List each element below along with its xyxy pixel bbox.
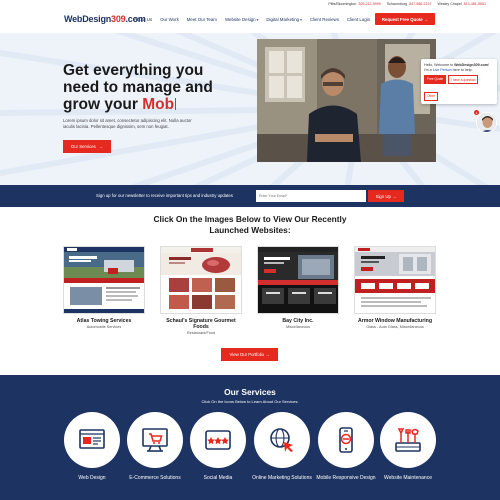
newsletter-bar: Sign up for our newsletter to receive im… (0, 185, 500, 207)
online-marketing-icon (270, 428, 293, 452)
portfolio-name: Schaul's Signature Gourmet Foods (166, 318, 236, 331)
chat-other-button[interactable]: Other (424, 91, 438, 101)
chat-agent-avatar[interactable] (476, 112, 497, 133)
service-web-design[interactable]: Web Design (62, 412, 122, 481)
arrow-right-icon: → (423, 16, 429, 22)
typing-cursor (175, 98, 177, 110)
our-services-button[interactable]: Our Services → (63, 140, 111, 153)
arrow-right-icon: → (98, 144, 104, 149)
chat-free-quote-button[interactable]: Free Quote (424, 75, 447, 85)
service-ecommerce[interactable]: E-Commerce Solutions (125, 412, 185, 481)
service-label: Social Media (203, 475, 233, 481)
maintenance-icon (395, 428, 421, 452)
phone-list: Pitts/Bloomington 309-212-9999 Schaumburg… (328, 2, 486, 6)
hero-headline: Get everything you need to manage and gr… (63, 62, 213, 113)
web-design-icon (79, 429, 105, 449)
service-label: Mobile Responsive Design (316, 475, 376, 481)
phone-item[interactable]: Wesley Chapel 813-481-5651 (438, 2, 487, 6)
ecommerce-icon (142, 428, 168, 452)
request-quote-button[interactable]: Request Free Quote → (375, 13, 435, 25)
portfolio-thumbnail[interactable] (160, 246, 242, 314)
view-portfolio-button[interactable]: View Our Portfolio → (221, 348, 278, 361)
nav-item-digital-marketing[interactable]: Digital Marketing▾ (266, 17, 301, 22)
arrow-right-icon: → (265, 352, 270, 357)
chat-question-button[interactable]: I have a question (448, 75, 479, 85)
portfolio-name: Atlas Towing Services (76, 318, 132, 324)
main-nav: About Us Our Work Meet Our Team Website … (134, 17, 370, 22)
portfolio-thumbnail[interactable] (257, 246, 339, 314)
portfolio-card-atlas-towing[interactable]: Atlas Towing Services Automobile Service… (63, 246, 145, 329)
arrow-right-icon: → (392, 193, 397, 199)
service-mobile-design[interactable]: Mobile Responsive Design (316, 412, 376, 481)
nav-item-meet-our-team[interactable]: Meet Our Team (187, 17, 217, 22)
service-label: E-Commerce Solutions (129, 475, 181, 481)
top-contact-bar: Pitts/Bloomington 309-212-9999 Schaumburg… (0, 0, 500, 7)
newsletter-signup-button[interactable]: Sign Up → (368, 190, 404, 202)
chat-notification-badge: 1 (474, 110, 479, 115)
portfolio-thumbnail[interactable] (354, 246, 436, 314)
portfolio-title: Click On the Images Below to View Our Re… (153, 214, 347, 235)
chevron-down-icon: ▾ (256, 18, 259, 22)
hero-section: Get everything you need to manage and gr… (0, 33, 500, 185)
newsletter-label: Sign up for our newsletter to receive im… (96, 193, 233, 198)
service-social-media[interactable]: Social Media (188, 412, 248, 481)
service-label: Online Marketing Solutions (252, 475, 312, 481)
chevron-down-icon: ▾ (300, 18, 302, 22)
portfolio-category: Miscellaneous (285, 325, 311, 330)
nav-item-client-login[interactable]: Client Login (347, 17, 370, 22)
service-website-maintenance[interactable]: Website Maintenance (378, 412, 438, 481)
portfolio-category: Restaurant/Food (186, 331, 216, 336)
newsletter-email-input[interactable] (256, 190, 366, 202)
phone-item[interactable]: Schaumburg 847-986-2237 (387, 2, 432, 6)
site-header: WebDesign309.com About Us Our Work Meet … (0, 7, 500, 33)
service-label: Web Design (78, 475, 106, 481)
nav-item-website-design[interactable]: Website Design▾ (225, 17, 258, 22)
nav-item-about-us[interactable]: About Us (134, 17, 152, 22)
portfolio-name: Bay City Inc. (282, 318, 314, 324)
portfolio-card-armor-window[interactable]: Armor Window Manufacturing Glass - Auto … (354, 246, 436, 329)
services-title: Our Services (224, 387, 276, 397)
phone-item[interactable]: Pitts/Bloomington 309-212-9999 (328, 2, 380, 6)
mobile-design-icon (339, 427, 353, 453)
nav-item-client-reviews[interactable]: Client Reviews (310, 17, 339, 22)
hero-lede: Lorem ipsum dolor sit amet, consectetur … (63, 118, 192, 129)
service-online-marketing[interactable]: Online Marketing Solutions (252, 412, 312, 481)
social-media-icon (205, 430, 231, 450)
nav-item-our-work[interactable]: Our Work (160, 17, 179, 22)
portfolio-name: Armor Window Manufacturing (357, 318, 432, 324)
hero-team-photo (257, 39, 436, 162)
portfolio-category: Glass - Auto Glass, Miscellaneous (366, 325, 424, 330)
portfolio-thumbnail[interactable] (63, 246, 145, 314)
chat-message: Hello, Welcome to WebDesign309.com! I'm … (424, 63, 489, 72)
portfolio-card-bay-city[interactable]: Bay City Inc. Miscellaneous (257, 246, 339, 329)
portfolio-card-schauls[interactable]: Schaul's Signature Gourmet Foods Restaur… (160, 246, 242, 335)
services-subtitle: Click On the Icons Below to Learn About … (201, 399, 299, 404)
service-label: Website Maintenance (384, 475, 432, 481)
live-chat-popup: Hello, Welcome to WebDesign309.com! I'm … (421, 59, 497, 104)
portfolio-category: Automobile Services (86, 325, 122, 330)
